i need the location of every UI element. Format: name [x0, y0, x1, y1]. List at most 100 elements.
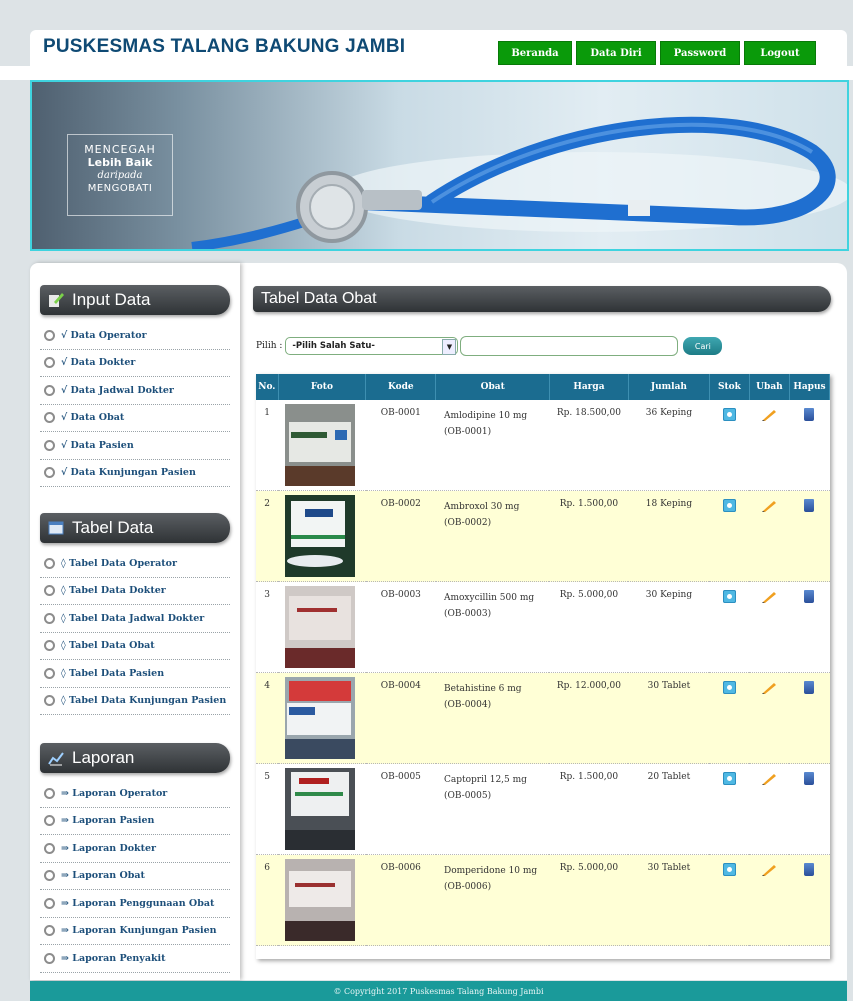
- cell-kode: OB-0002: [365, 490, 436, 582]
- menu-label: ⇒ Laporan Penyakit: [61, 952, 166, 964]
- nav-beranda[interactable]: Beranda: [498, 41, 572, 65]
- menu-data-obat[interactable]: √ Data Obat: [40, 405, 230, 432]
- cell-jumlah: 30 Tablet: [628, 854, 710, 946]
- cell-hapus: [789, 581, 830, 673]
- cell-jumlah: 18 Keping: [628, 490, 710, 582]
- chevron-down-icon[interactable]: ▼: [442, 339, 457, 355]
- edit-pencil-icon[interactable]: [761, 681, 777, 694]
- menu-laporan-penyakit[interactable]: ⇒ Laporan Penyakit: [40, 945, 230, 973]
- cell-no: 1: [256, 400, 279, 491]
- menu-label: √ Data Jadwal Dokter: [61, 384, 174, 396]
- cell-hapus: [789, 490, 830, 582]
- stock-icon[interactable]: [722, 772, 736, 785]
- obat-code: (OB-0001): [443, 427, 492, 437]
- cell-hapus: [789, 672, 830, 764]
- menu-laporan-obat[interactable]: ⇒ Laporan Obat: [40, 863, 230, 890]
- cell-foto: [278, 763, 366, 855]
- menu-tabel-operator[interactable]: ◊ Tabel Data Operator: [40, 550, 230, 578]
- trash-icon[interactable]: [804, 499, 815, 512]
- obat-code: (OB-0004): [443, 700, 492, 710]
- cell-foto: [278, 672, 366, 764]
- menu-tabel-obat[interactable]: ◊ Tabel Data Obat: [40, 633, 230, 660]
- search-button[interactable]: Cari: [683, 337, 723, 355]
- cell-kode: OB-0006: [365, 854, 436, 946]
- menu-label: √ Data Dokter: [61, 357, 136, 369]
- obat-name: Amoxycillin 500 mg: [443, 593, 535, 603]
- section-input-data: Input Data: [40, 285, 230, 315]
- edit-pencil-icon[interactable]: [761, 772, 777, 785]
- cell-stok: [709, 581, 750, 673]
- bullet-icon: [44, 815, 55, 827]
- cell-ubah: [749, 672, 790, 764]
- trash-icon[interactable]: [804, 408, 815, 421]
- menu-tabel-pasien[interactable]: ◊ Tabel Data Pasien: [40, 660, 230, 688]
- cell-stok: [709, 854, 750, 946]
- nav-data-diri[interactable]: Data Diri: [576, 41, 656, 65]
- obat-name: Captopril 12,5 mg: [443, 775, 527, 785]
- medicine-photo: [285, 768, 356, 850]
- medicine-photo: [285, 859, 356, 941]
- header: PUSKESMAS TALANG BAKUNG JAMBI Beranda Da…: [30, 30, 847, 66]
- cell-foto: [278, 400, 366, 491]
- menu-data-jadwal-dokter[interactable]: √ Data Jadwal Dokter: [40, 377, 230, 405]
- menu-laporan-penggunaan-obat[interactable]: ⇒ Laporan Penggunaan Obat: [40, 890, 230, 918]
- cell-no: 2: [256, 490, 279, 582]
- menu-tabel-jadwal-dokter[interactable]: ◊ Tabel Data Jadwal Dokter: [40, 605, 230, 633]
- bullet-icon: [44, 897, 55, 909]
- cell-harga: Rp. 12.000,00: [549, 672, 629, 764]
- tabel-data-menu: ◊ Tabel Data Operator ◊ Tabel Data Dokte…: [40, 550, 230, 715]
- edit-pencil-icon[interactable]: [761, 863, 777, 876]
- bullet-icon: [44, 612, 55, 624]
- nav-logout[interactable]: Logout: [744, 41, 816, 65]
- menu-laporan-operator[interactable]: ⇒ Laporan Operator: [40, 780, 230, 808]
- search-input[interactable]: [460, 336, 679, 356]
- trash-icon[interactable]: [804, 590, 815, 603]
- menu-data-kunjungan-pasien[interactable]: √ Data Kunjungan Pasien: [40, 460, 230, 487]
- slogan-line-1: MENCEGAH: [84, 143, 156, 156]
- menu-label: ◊ Tabel Data Jadwal Dokter: [61, 612, 205, 624]
- bullet-icon: [44, 640, 55, 652]
- menu-data-dokter[interactable]: √ Data Dokter: [40, 350, 230, 377]
- menu-laporan-dokter[interactable]: ⇒ Laporan Dokter: [40, 835, 230, 863]
- cell-ubah: [749, 490, 790, 582]
- page-title: Tabel Data Obat: [253, 286, 831, 312]
- stock-icon[interactable]: [722, 681, 736, 694]
- menu-label: ⇒ Laporan Dokter: [61, 842, 157, 854]
- edit-pencil-icon[interactable]: [761, 408, 777, 421]
- footer: © Copyright 2017 Puskesmas Talang Bakung…: [30, 981, 847, 1001]
- menu-laporan-kunjungan-pasien[interactable]: ⇒ Laporan Kunjungan Pasien: [40, 918, 230, 945]
- cell-obat: Amoxycillin 500 mg (OB-0003): [435, 581, 550, 673]
- medicine-photo: [285, 404, 356, 486]
- bullet-icon: [44, 952, 55, 964]
- col-foto: Foto: [278, 374, 367, 400]
- cell-foto: [278, 581, 366, 673]
- menu-tabel-dokter[interactable]: ◊ Tabel Data Dokter: [40, 578, 230, 605]
- cell-jumlah: 30 Keping: [628, 581, 710, 673]
- stock-icon[interactable]: [722, 590, 736, 603]
- edit-pencil-icon[interactable]: [761, 590, 777, 603]
- cell-obat: Captopril 12,5 mg (OB-0005): [435, 763, 550, 855]
- table-header-row: No. Foto Kode Obat Harga Jumlah Stok Uba…: [256, 374, 831, 400]
- menu-tabel-kunjungan-pasien[interactable]: ◊ Tabel Data Kunjungan Pasien: [40, 688, 230, 715]
- category-select[interactable]: -Pilih Salah Satu- ▼: [285, 337, 459, 355]
- trash-icon[interactable]: [804, 863, 815, 876]
- obat-name: Ambroxol 30 mg: [443, 502, 520, 512]
- stock-icon[interactable]: [722, 408, 736, 421]
- stock-icon[interactable]: [722, 863, 736, 876]
- trash-icon[interactable]: [804, 772, 815, 785]
- menu-data-operator[interactable]: √ Data Operator: [40, 322, 230, 350]
- menu-data-pasien[interactable]: √ Data Pasien: [40, 432, 230, 460]
- menu-laporan-pasien[interactable]: ⇒ Laporan Pasien: [40, 808, 230, 835]
- edit-pencil-icon[interactable]: [761, 499, 777, 512]
- menu-label: ◊ Tabel Data Pasien: [61, 667, 165, 679]
- cell-stok: [709, 490, 750, 582]
- top-nav: Beranda Data Diri Password Logout: [498, 41, 816, 65]
- section-title: Tabel Data: [72, 518, 154, 537]
- bullet-icon: [44, 870, 55, 882]
- cell-hapus: [789, 763, 830, 855]
- stock-icon[interactable]: [722, 499, 736, 512]
- trash-icon[interactable]: [804, 681, 815, 694]
- col-jumlah: Jumlah: [628, 374, 710, 400]
- nav-password[interactable]: Password: [660, 41, 740, 65]
- cell-stok: [709, 672, 750, 764]
